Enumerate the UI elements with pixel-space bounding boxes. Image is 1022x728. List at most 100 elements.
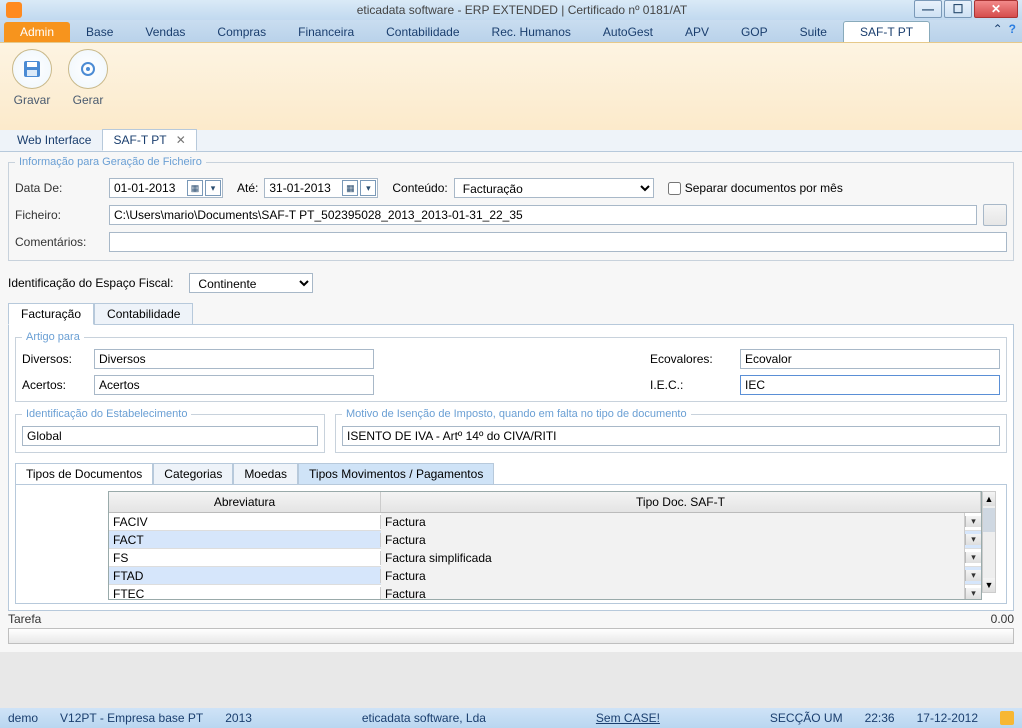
maximize-button[interactable]: ☐ xyxy=(944,0,972,18)
ribbon-tab-compras[interactable]: Compras xyxy=(201,22,282,42)
ate-field[interactable]: ▦ ▾ xyxy=(264,178,378,198)
subtab-tipos[interactable]: Tipos de Documentos xyxy=(15,463,153,485)
chevron-down-icon[interactable]: ▾ xyxy=(360,180,376,196)
doctab-saft[interactable]: SAF-T PT ✕ xyxy=(102,129,196,151)
conteudo-select[interactable]: Facturação xyxy=(454,178,654,198)
status-time: 22:36 xyxy=(865,711,895,725)
data-de-field[interactable]: ▦ ▾ xyxy=(109,178,223,198)
minimize-button[interactable]: — xyxy=(914,0,942,18)
gerar-button[interactable] xyxy=(68,49,108,89)
isento-input[interactable] xyxy=(342,426,1000,446)
app-icon xyxy=(6,2,22,18)
main-form: Informação para Geração de Ficheiro Data… xyxy=(0,152,1022,652)
chevron-down-icon[interactable]: ▾ xyxy=(205,180,221,196)
chevron-down-icon[interactable]: ▾ xyxy=(965,588,981,599)
motivo-group: Motivo de Isenção de Imposto, quando em … xyxy=(335,408,1007,453)
chevron-down-icon[interactable]: ▾ xyxy=(965,552,981,563)
iec-input[interactable] xyxy=(740,375,1000,395)
table-row[interactable]: FTADFactura▾ xyxy=(109,567,981,585)
artigo-para-legend: Artigo para xyxy=(22,331,84,343)
scroll-down-icon[interactable]: ▼ xyxy=(983,578,995,592)
status-user: demo xyxy=(8,711,38,725)
info-group: Informação para Geração de Ficheiro Data… xyxy=(8,156,1014,261)
status-seccao: SECÇÃO UM xyxy=(770,711,843,725)
close-button[interactable]: ✕ xyxy=(974,0,1018,18)
cell-abreviatura: FTEC xyxy=(109,587,381,600)
ate-input[interactable] xyxy=(265,181,341,195)
doctab-close-icon[interactable]: ✕ xyxy=(176,133,186,147)
browse-button[interactable] xyxy=(983,204,1007,226)
ribbon-tab-admin[interactable]: Admin xyxy=(4,22,70,42)
tarefa-value: 0.00 xyxy=(991,612,1014,626)
ribbon-tab-saft[interactable]: SAF-T PT xyxy=(843,21,930,42)
separar-checkbox[interactable]: Separar documentos por mês xyxy=(668,181,843,195)
subtab-moedas[interactable]: Moedas xyxy=(233,463,298,485)
calendar-icon[interactable]: ▦ xyxy=(187,180,203,196)
ribbon-tab-financeira[interactable]: Financeira xyxy=(282,22,370,42)
document-tabs: Web Interface SAF-T PT ✕ xyxy=(0,130,1022,152)
status-company: eticadata software, Lda xyxy=(362,711,486,725)
subtab-categorias[interactable]: Categorias xyxy=(153,463,233,485)
ribbon-body: Gravar Gerar xyxy=(0,42,1022,130)
col-tipo-saft[interactable]: Tipo Doc. SAF-T xyxy=(381,492,981,512)
table-scrollbar[interactable]: ▲ ▼ xyxy=(982,491,996,593)
ribbon-tab-suite[interactable]: Suite xyxy=(784,22,843,42)
gear-icon xyxy=(78,59,98,79)
acertos-input[interactable] xyxy=(94,375,374,395)
label-comentarios: Comentários: xyxy=(15,235,103,249)
data-de-input[interactable] xyxy=(110,181,186,195)
doc-types-table: Abreviatura Tipo Doc. SAF-T FACIVFactura… xyxy=(108,491,982,600)
chevron-down-icon[interactable]: ▾ xyxy=(965,516,981,527)
table-row[interactable]: FACTFactura▾ xyxy=(109,531,981,549)
label-ecovalores: Ecovalores: xyxy=(650,352,730,366)
ribbon-tab-base[interactable]: Base xyxy=(70,22,129,42)
ribbon-tab-contabilidade[interactable]: Contabilidade xyxy=(370,22,475,42)
table-row[interactable]: FTECFactura▾ xyxy=(109,585,981,599)
warning-icon[interactable] xyxy=(1000,711,1014,725)
diversos-input[interactable] xyxy=(94,349,374,369)
chevron-down-icon[interactable]: ▾ xyxy=(965,534,981,545)
gravar-label: Gravar xyxy=(14,93,51,107)
chevron-down-icon[interactable]: ▾ xyxy=(965,570,981,581)
col-abreviatura[interactable]: Abreviatura xyxy=(109,492,381,512)
ribbon-tab-gop[interactable]: GOP xyxy=(725,22,784,42)
global-input[interactable] xyxy=(22,426,318,446)
cell-tipo: Factura xyxy=(381,531,965,549)
scroll-up-icon[interactable]: ▲ xyxy=(983,492,995,506)
ribbon-tab-vendas[interactable]: Vendas xyxy=(129,22,201,42)
ficheiro-input[interactable] xyxy=(109,205,977,225)
table-row[interactable]: FACIVFactura▾ xyxy=(109,513,981,531)
ribbon-tab-rh[interactable]: Rec. Humanos xyxy=(476,22,587,42)
cell-abreviatura: FS xyxy=(109,551,381,565)
doctab-web[interactable]: Web Interface xyxy=(6,129,102,151)
scroll-thumb[interactable] xyxy=(983,508,995,532)
subtab-movimentos[interactable]: Tipos Movimentos / Pagamentos xyxy=(298,463,494,485)
label-fiscal: Identificação do Espaço Fiscal: xyxy=(8,276,173,290)
table-row[interactable]: FSFactura simplificada▾ xyxy=(109,549,981,567)
status-ano: 2013 xyxy=(225,711,252,725)
fiscal-select[interactable]: Continente xyxy=(189,273,313,293)
ribbon-collapse-icon[interactable]: ⌃ xyxy=(993,22,1003,36)
ribbon-tab-autogest[interactable]: AutoGest xyxy=(587,22,669,42)
gerar-label: Gerar xyxy=(73,93,104,107)
status-case-link[interactable]: Sem CASE! xyxy=(596,711,660,725)
tab-facturacao[interactable]: Facturação xyxy=(8,303,94,325)
comentarios-input[interactable] xyxy=(109,232,1007,252)
cell-tipo: Factura xyxy=(381,513,965,531)
label-acertos: Acertos: xyxy=(22,378,84,392)
cell-tipo: Factura xyxy=(381,567,965,585)
artigo-para-group: Artigo para Diversos: Ecovalores: Acerto… xyxy=(15,331,1007,402)
progress-bar xyxy=(8,628,1014,644)
gravar-button[interactable] xyxy=(12,49,52,89)
label-ate: Até: xyxy=(237,181,258,195)
separar-check-input[interactable] xyxy=(668,182,681,195)
status-date: 17-12-2012 xyxy=(917,711,978,725)
ribbon-tab-apv[interactable]: APV xyxy=(669,22,725,42)
tab-contabilidade[interactable]: Contabilidade xyxy=(94,303,193,325)
calendar-icon[interactable]: ▦ xyxy=(342,180,358,196)
ecovalores-input[interactable] xyxy=(740,349,1000,369)
label-conteudo: Conteúdo: xyxy=(392,181,447,195)
label-diversos: Diversos: xyxy=(22,352,84,366)
ribbon-help-icon[interactable]: ? xyxy=(1009,22,1016,36)
tarefa-label: Tarefa xyxy=(8,612,41,626)
